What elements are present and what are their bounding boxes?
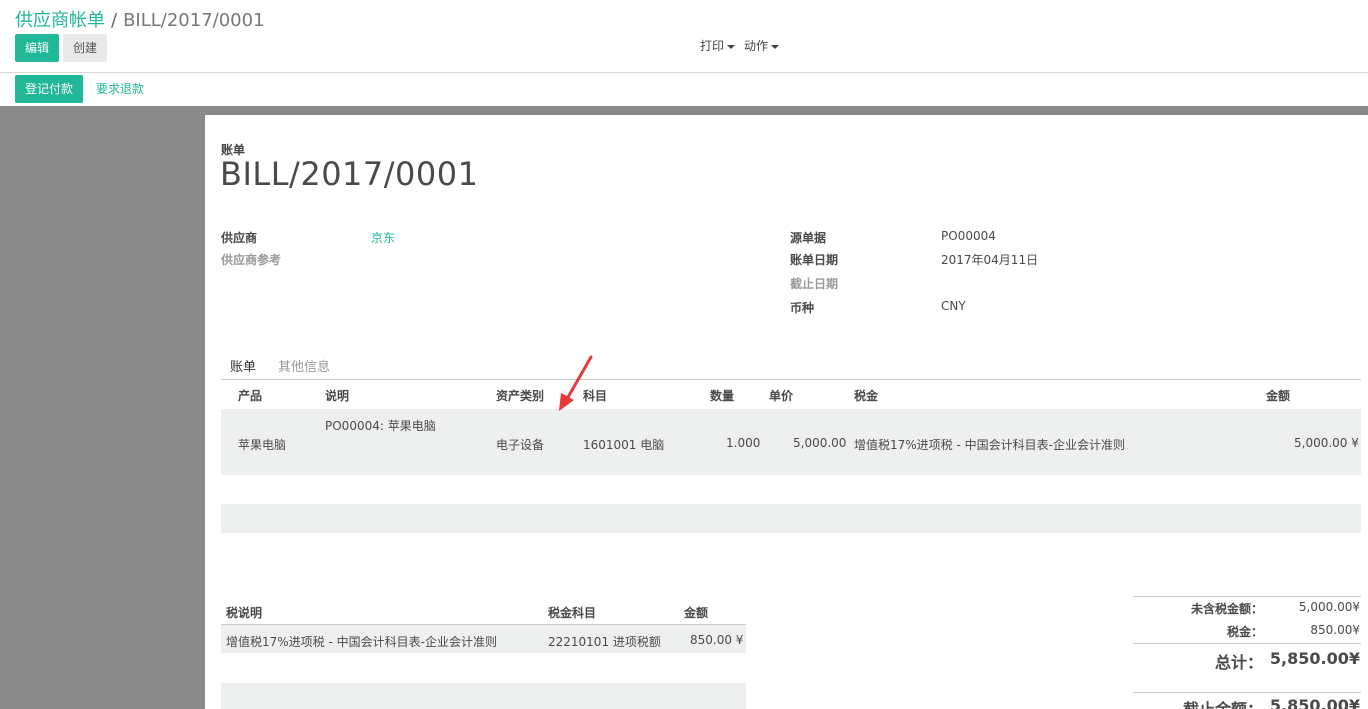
totals-bottom-divider [1133,692,1361,693]
breadcrumb: 供应商帐单 / BILL/2017/0001 [15,6,265,32]
tax-amount-label: 税金： [1226,625,1263,639]
tab-bill[interactable]: 账单 [230,356,256,375]
source-document-value: PO00004 [941,229,996,243]
bill-date-value: 2017年04月11日 [941,253,1039,267]
line-account: 1601001 电脑 [583,438,665,452]
caret-down-icon [771,44,780,49]
action-dropdown[interactable]: 动作 [744,37,780,54]
total-label: 总计： [1214,653,1263,672]
column-header-description: 说明 [325,389,350,403]
edit-button[interactable]: 编辑 [15,34,60,62]
request-refund-button[interactable]: 要求退款 [94,75,146,103]
form-sheet: 账单 BILL/2017/0001 供应商 京东 供应商参考 源单据 PO000… [205,115,1368,709]
control-panel: 供应商帐单 / BILL/2017/0001 编辑 创建 打印 动作 登记付款 要求… [0,0,1368,106]
vendor-link[interactable]: 京东 [371,229,395,246]
line-quantity: 1.000 [726,436,761,450]
annotation-arrow-icon [559,355,593,411]
vendor-reference-label: 供应商参考 [221,253,282,267]
print-dropdown[interactable]: 打印 [700,37,736,54]
source-document-label: 源单据 [790,231,827,245]
column-header-product: 产品 [238,389,263,403]
tax-add-line-row[interactable] [221,683,746,709]
tab-divider [221,379,1361,380]
column-header-unit-price: 单价 [769,389,794,403]
breadcrumb-parent-link[interactable]: 供应商帐单 [15,10,105,31]
column-header-asset-category: 资产类别 [496,389,545,403]
bill-date-label: 账单日期 [790,253,839,267]
untaxed-amount-label: 未含税金额： [1190,602,1263,616]
tab-other-info[interactable]: 其他信息 [278,356,330,375]
line-amount: 5,000.00 ¥ [1294,436,1359,450]
untaxed-amount-value: 5,000.00¥ [1298,600,1360,614]
tax-header-description: 税说明 [226,606,263,620]
due-date-label: 截止日期 [790,277,839,291]
tax-header-account: 税金科目 [548,606,597,620]
residual-amount-value: 5,850.00¥ [1269,696,1360,709]
column-header-taxes: 税金 [854,389,879,403]
column-header-amount: 金额 [1266,389,1291,403]
tax-line-description: 增值税17%进项税 - 中国会计科目表-企业会计准则 [226,635,497,649]
tax-amount-value: 850.00¥ [1310,623,1360,637]
caret-down-icon [727,44,736,49]
currency-value: CNY [941,299,966,313]
breadcrumb-current: BILL/2017/0001 [123,10,265,31]
residual-amount-label: 截止余额： [1183,696,1263,709]
totals-mid-divider [1133,643,1361,644]
tax-line-amount: 850.00 ¥ [690,633,744,647]
action-dropdown-label: 动作 [744,39,769,53]
totals-top-divider [1133,596,1361,597]
currency-label: 币种 [790,301,815,315]
line-asset-category: 电子设备 [496,438,545,452]
breadcrumb-separator: / [111,10,118,31]
create-button[interactable]: 创建 [63,34,108,62]
vendor-label: 供应商 [221,231,258,245]
column-header-quantity: 数量 [710,389,735,403]
line-unit-price: 5,000.00 [793,436,847,450]
tax-line-account: 22210101 进项税额 [548,635,661,649]
line-product: 苹果电脑 [238,438,287,452]
print-dropdown-label: 打印 [700,39,725,53]
add-line-row[interactable] [221,504,1361,533]
total-value: 5,850.00¥ [1269,649,1360,668]
register-payment-button[interactable]: 登记付款 [15,75,84,103]
tax-header-amount: 金额 [684,606,709,620]
document-number: BILL/2017/0001 [220,155,479,193]
line-taxes: 增值税17%进项税 - 中国会计科目表-企业会计准则 [854,438,1125,452]
line-description: PO00004: 苹果电脑 [325,419,436,433]
header-divider [0,72,1368,73]
